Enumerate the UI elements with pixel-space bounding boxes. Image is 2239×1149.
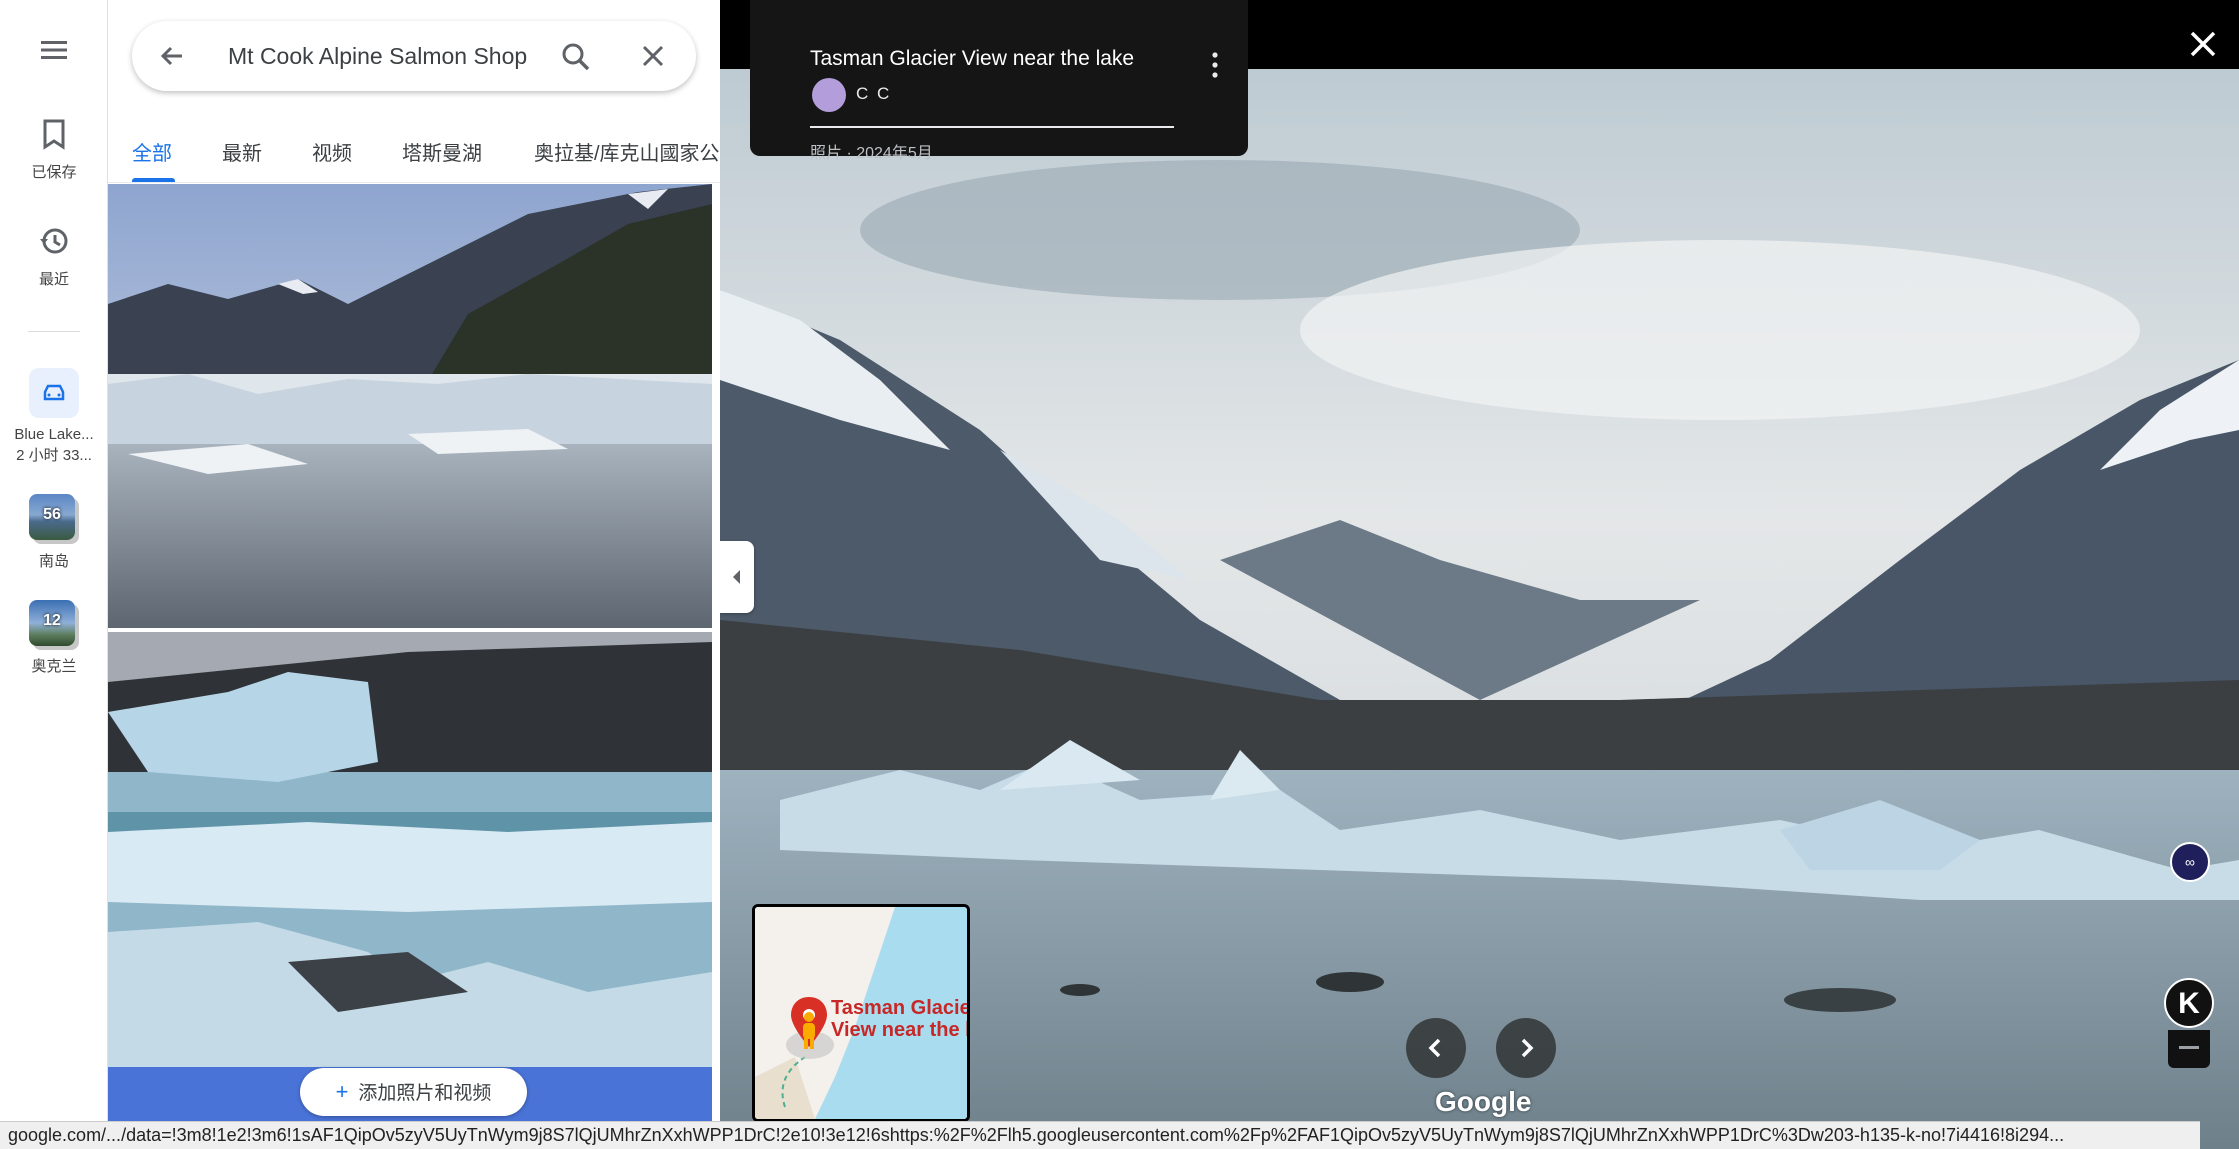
photo-viewer[interactable]: Tasman Glacier View near the lake C C 照片…: [720, 0, 2239, 1149]
add-photos-videos-button[interactable]: + 添加照片和视频: [300, 1068, 527, 1116]
extension-k-button[interactable]: K: [2164, 978, 2214, 1028]
trip-title[interactable]: Blue Lake...: [0, 425, 108, 445]
tab-videos[interactable]: 视频: [312, 137, 352, 166]
tab-all[interactable]: 全部: [132, 137, 172, 166]
next-photo-button[interactable]: [1496, 1018, 1556, 1078]
iceberg-photo: [108, 632, 712, 1068]
plus-icon: +: [335, 1079, 349, 1104]
search-input[interactable]: Mt Cook Alpine Salmon Shop: [228, 43, 527, 70]
tab-aoraki-national-park[interactable]: 奥拉基/库克山國家公: [534, 137, 720, 166]
photo-date: 照片 · 2024年5月: [810, 145, 933, 162]
chevron-left-icon: [1428, 1038, 1441, 1058]
search-icon[interactable]: [560, 41, 592, 73]
glacier-lake-photo: [108, 184, 712, 628]
previous-photo-button[interactable]: [1406, 1018, 1466, 1078]
info-divider: [810, 126, 1174, 128]
pegman-icon[interactable]: [798, 1011, 820, 1051]
zoom-out-button[interactable]: [2168, 1030, 2210, 1068]
mini-map-label-line1: Tasman Glacie: [831, 997, 970, 1019]
tab-tasman-lake[interactable]: 塔斯曼湖: [402, 137, 482, 166]
google-logo: Google: [1435, 1086, 1532, 1117]
close-viewer-icon[interactable]: [2189, 30, 2217, 58]
clear-search-icon[interactable]: [640, 43, 666, 69]
history-icon: [40, 228, 68, 254]
car-icon: [43, 384, 65, 401]
trip-car-button[interactable]: [29, 368, 79, 418]
recent-label: 最近: [38, 271, 69, 288]
saved-button[interactable]: 已保存: [0, 118, 108, 182]
recent-place-label[interactable]: 南岛: [0, 552, 108, 572]
author-avatar[interactable]: [812, 78, 846, 112]
tab-latest[interactable]: 最新: [222, 137, 262, 166]
hamburger-menu-icon: [41, 41, 67, 59]
rail-divider: [28, 331, 80, 332]
photos-panel: Mt Cook Alpine Salmon Shop 全部 最新 视频 塔斯曼湖…: [108, 0, 720, 1149]
trip-subtitle: 2 小时 33...: [16, 447, 92, 464]
mini-map[interactable]: Tasman Glacie View near the l: [752, 904, 970, 1122]
add-button-label: 添加照片和视频: [358, 1083, 492, 1104]
search-box[interactable]: Mt Cook Alpine Salmon Shop: [132, 21, 696, 91]
more-options-icon[interactable]: [1212, 52, 1218, 78]
mini-map-place-label: Tasman Glacie View near the l: [831, 997, 970, 1041]
browser-status-url: google.com/.../data=!3m8!1e2!3m6!1sAF1Qi…: [0, 1121, 2200, 1149]
photo-info-card: Tasman Glacier View near the lake C C 照片…: [750, 0, 1248, 162]
photo-thumbnail[interactable]: [108, 184, 712, 628]
back-arrow-icon[interactable]: [158, 42, 186, 70]
active-tab-indicator: [132, 178, 175, 182]
collapse-panel-button[interactable]: [720, 541, 754, 613]
recent-place-thumbnail[interactable]: 56: [29, 494, 75, 540]
left-rail: 已保存 最近 Blue Lake... 2 小时 33... 56 南岛 12 …: [0, 0, 108, 1149]
assistant-bubble-icon[interactable]: ∞: [2170, 842, 2210, 882]
photo-title[interactable]: Tasman Glacier View near the lake: [810, 47, 1134, 71]
photo-count: 56: [43, 506, 61, 523]
author-name[interactable]: C C: [856, 84, 891, 104]
bookmark-icon: [43, 119, 65, 150]
minus-icon: [2179, 1046, 2199, 1049]
recent-button[interactable]: 最近: [0, 225, 108, 289]
photo-category-tabs: 全部 最新 视频 塔斯曼湖 奥拉基/库克山國家公: [108, 120, 720, 183]
photo-count: 12: [43, 612, 61, 629]
mini-map-label-line2: View near the l: [831, 1019, 970, 1041]
chevron-right-icon: [1521, 1038, 1534, 1058]
saved-label: 已保存: [31, 164, 77, 181]
chevron-left-icon: [733, 570, 740, 584]
photo-thumbnail[interactable]: [108, 632, 712, 1068]
recent-place-thumbnail[interactable]: 12: [29, 600, 75, 646]
recent-place-label[interactable]: 奥克兰: [0, 657, 108, 677]
menu-button[interactable]: [0, 38, 108, 67]
